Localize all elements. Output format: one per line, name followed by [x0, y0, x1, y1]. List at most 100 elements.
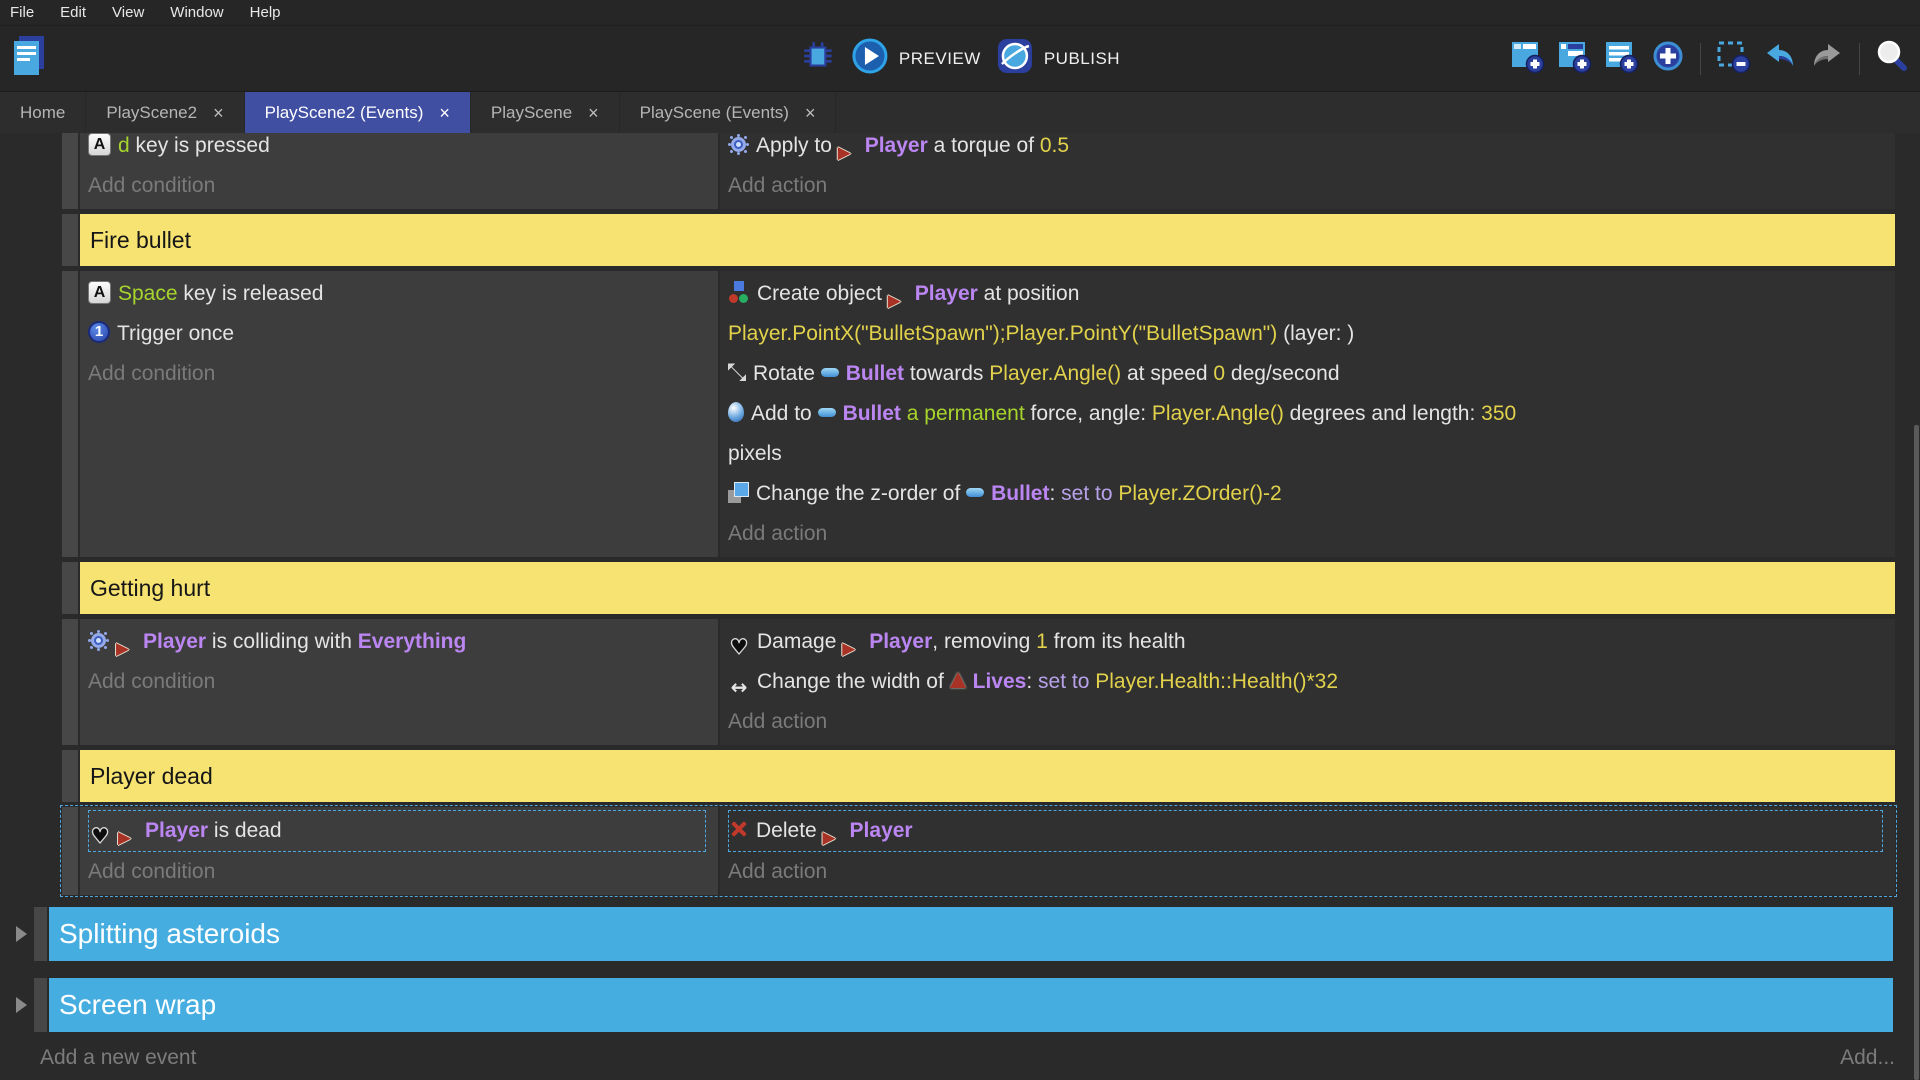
search-icon[interactable]: [1874, 38, 1910, 79]
text-segment: degrees and length:: [1284, 402, 1481, 425]
toolbar-separator: [1859, 43, 1860, 75]
tab-playscene-events[interactable]: PlayScene (Events) ×: [620, 92, 837, 133]
group-header[interactable]: Splitting asteroids: [49, 907, 1893, 961]
actions-column[interactable]: Damage Player, removing 1 from its healt…: [720, 619, 1895, 745]
conditions-column[interactable]: Player is dead Add condition: [80, 807, 720, 895]
add-action-button[interactable]: Add action: [728, 514, 1889, 554]
text-segment: 350: [1481, 402, 1516, 425]
comment[interactable]: Getting hurt: [80, 562, 1895, 614]
event-handle[interactable]: [62, 807, 78, 895]
comment[interactable]: Fire bullet: [80, 214, 1895, 266]
add-event-icon[interactable]: [1509, 38, 1545, 79]
publish-label: PUBLISH: [1044, 49, 1120, 69]
undo-icon[interactable]: [1762, 38, 1798, 79]
event-handle[interactable]: [62, 562, 78, 614]
create-object-icon: [728, 281, 750, 303]
text-segment: towards: [904, 362, 989, 385]
event-handle[interactable]: [34, 907, 47, 961]
add-action-button[interactable]: Add action: [728, 852, 1889, 892]
text-segment: Bullet: [843, 402, 901, 425]
add-subevent-icon[interactable]: [1556, 38, 1592, 79]
condition[interactable]: Space key is released: [88, 274, 712, 314]
text-segment: at speed: [1121, 362, 1213, 385]
add-condition-button[interactable]: Add condition: [88, 662, 712, 702]
action[interactable]: Change the z-order of Bullet: set to Pla…: [728, 474, 1889, 514]
collapse-arrow-icon[interactable]: [8, 907, 34, 961]
text-segment: Add to: [751, 402, 818, 425]
conditions-column[interactable]: Player is colliding with Everything Add …: [80, 619, 720, 745]
tab-playscene[interactable]: PlayScene ×: [471, 92, 620, 133]
conditions-column[interactable]: d key is pressed Add condition: [80, 133, 720, 209]
preview-button[interactable]: PREVIEW: [850, 36, 981, 81]
player-object-icon: [842, 628, 862, 652]
event-handle[interactable]: [62, 619, 78, 745]
condition[interactable]: d key is pressed: [88, 133, 712, 166]
actions-column[interactable]: Apply to Player a torque of 0.5 Add acti…: [720, 133, 1895, 209]
condition[interactable]: Player is dead: [89, 811, 705, 851]
text-segment: d: [118, 134, 130, 157]
tab-playscene2-events[interactable]: PlayScene2 (Events) ×: [245, 92, 471, 133]
text-segment: Player: [145, 819, 208, 842]
remove-selection-icon[interactable]: [1715, 38, 1751, 79]
event-handle[interactable]: [62, 214, 78, 266]
close-icon[interactable]: ×: [805, 104, 816, 122]
action[interactable]: Apply to Player a torque of 0.5: [728, 133, 1889, 166]
menu-file[interactable]: File: [10, 4, 34, 21]
action[interactable]: Change the width of Lives: set to Player…: [728, 662, 1889, 702]
action[interactable]: Create object Player at positionPlayer.P…: [728, 274, 1889, 354]
close-icon[interactable]: ×: [588, 104, 599, 122]
gdevelop-logo[interactable]: [8, 33, 52, 84]
menu-window[interactable]: Window: [170, 4, 223, 21]
event-handle[interactable]: [62, 750, 78, 802]
add-action-button[interactable]: Add action: [728, 702, 1889, 742]
text-segment: Everything: [358, 630, 467, 653]
events-footer: Add a new event Add...: [40, 1046, 1895, 1070]
text-segment: , removing: [932, 630, 1036, 653]
actions-column[interactable]: Create object Player at positionPlayer.P…: [720, 271, 1895, 557]
actions-column[interactable]: Delete Player Add action: [720, 807, 1895, 895]
action[interactable]: Add to Bullet a permanent force, angle: …: [728, 394, 1889, 474]
condition[interactable]: Player is colliding with Everything: [88, 622, 712, 662]
add-more-button[interactable]: Add...: [1840, 1046, 1895, 1070]
text-segment: Player.Health::Health()*32: [1095, 670, 1338, 693]
text-segment: :: [1026, 670, 1038, 693]
close-icon[interactable]: ×: [439, 104, 450, 122]
publish-button[interactable]: PUBLISH: [995, 36, 1120, 81]
collapse-arrow-icon[interactable]: [8, 978, 34, 1032]
debug-icon[interactable]: [800, 38, 836, 79]
tab-playscene2[interactable]: PlayScene2 ×: [86, 92, 244, 133]
menu-view[interactable]: View: [112, 4, 144, 21]
group-row-splitting-asteroids: Splitting asteroids: [8, 907, 1893, 961]
action[interactable]: Delete Player: [729, 811, 1882, 851]
action[interactable]: Damage Player, removing 1 from its healt…: [728, 622, 1889, 662]
add-action-button[interactable]: Add action: [728, 166, 1889, 206]
text-segment: from its health: [1048, 630, 1186, 653]
add-new-icon[interactable]: [1650, 38, 1686, 79]
player-object-icon: [888, 280, 908, 304]
redo-icon[interactable]: [1809, 38, 1845, 79]
comment[interactable]: Player dead: [80, 750, 1895, 802]
menu-help[interactable]: Help: [250, 4, 281, 21]
player-object-icon: [838, 133, 858, 156]
text-segment: key is released: [178, 282, 324, 305]
close-icon[interactable]: ×: [213, 104, 224, 122]
event-handle[interactable]: [62, 133, 78, 209]
group-header[interactable]: Screen wrap: [49, 978, 1893, 1032]
rotate-icon: [728, 363, 746, 381]
add-new-event-button[interactable]: Add a new event: [40, 1046, 196, 1070]
event-handle[interactable]: [62, 271, 78, 557]
add-comment-icon[interactable]: [1603, 38, 1639, 79]
text-segment: a permanent: [907, 402, 1025, 425]
tab-home[interactable]: Home: [0, 92, 86, 133]
condition[interactable]: Trigger once: [88, 314, 712, 354]
menu-edit[interactable]: Edit: [60, 4, 86, 21]
vertical-scrollbar[interactable]: [1914, 425, 1919, 1080]
add-condition-button[interactable]: Add condition: [88, 852, 712, 892]
event-handle[interactable]: [34, 978, 47, 1032]
conditions-column[interactable]: Space key is released Trigger once Add c…: [80, 271, 720, 557]
text-segment: is colliding with: [206, 630, 358, 653]
text-segment: Player: [865, 134, 928, 157]
add-condition-button[interactable]: Add condition: [88, 354, 712, 394]
add-condition-button[interactable]: Add condition: [88, 166, 712, 206]
action[interactable]: Rotate Bullet towards Player.Angle() at …: [728, 354, 1889, 394]
